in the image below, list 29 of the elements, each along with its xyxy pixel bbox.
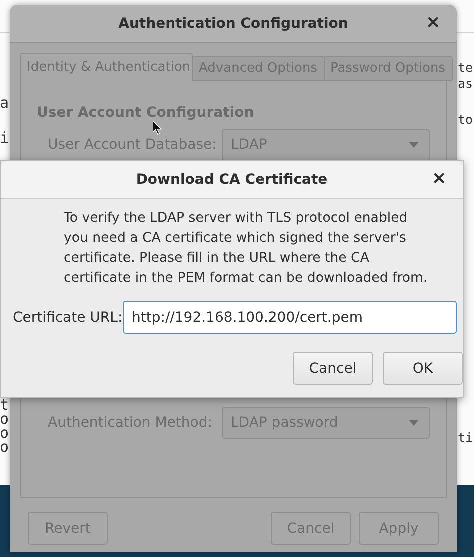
dialog-button[interactable]: Apply bbox=[359, 512, 439, 545]
terminal-text: o bbox=[0, 412, 10, 427]
dialog-button[interactable]: OK bbox=[383, 352, 463, 385]
field-label: Authentication Method: bbox=[48, 415, 214, 431]
dialog-button[interactable]: Revert bbox=[28, 512, 108, 545]
dialog-button[interactable]: Cancel bbox=[271, 512, 351, 545]
field-label: Certificate URL: bbox=[13, 310, 123, 326]
dialog-message: To verify the LDAP server with TLS protocol enabled you need a CA certificate which signed the server's certificate. Please fill in the URL where the CA certificate in the PEM format can be downloaded from. bbox=[64, 210, 429, 288]
close-button[interactable]: × bbox=[422, 13, 445, 33]
dialog-title: Download CA Certificate bbox=[136, 172, 328, 188]
terminal-text: o bbox=[0, 440, 10, 455]
terminal-text: i bbox=[0, 131, 10, 146]
terminal-text: ti bbox=[458, 430, 474, 445]
mouse-pointer-icon bbox=[153, 121, 162, 135]
terminal-text: t bbox=[0, 398, 10, 413]
url-input-field[interactable]: http://192.168.100.200/cert.pem bbox=[123, 301, 457, 334]
dropdown-caret-icon bbox=[409, 142, 419, 148]
dropdown-caret-icon bbox=[409, 420, 419, 426]
terminal-text: te bbox=[458, 60, 474, 75]
terminal-text: o bbox=[0, 426, 10, 441]
section-title: User Account Configuration bbox=[37, 105, 256, 121]
tab[interactable]: Identity & Authentication bbox=[20, 53, 193, 81]
dialog-button[interactable]: Cancel bbox=[293, 352, 373, 385]
terminal-text: as bbox=[458, 76, 474, 91]
field-label: User Account Database: bbox=[48, 137, 218, 153]
terminal-text: to bbox=[458, 112, 474, 127]
window-title: Authentication Configuration bbox=[118, 16, 348, 32]
terminal-text: a bbox=[0, 96, 10, 111]
close-button[interactable]: × bbox=[428, 169, 451, 189]
